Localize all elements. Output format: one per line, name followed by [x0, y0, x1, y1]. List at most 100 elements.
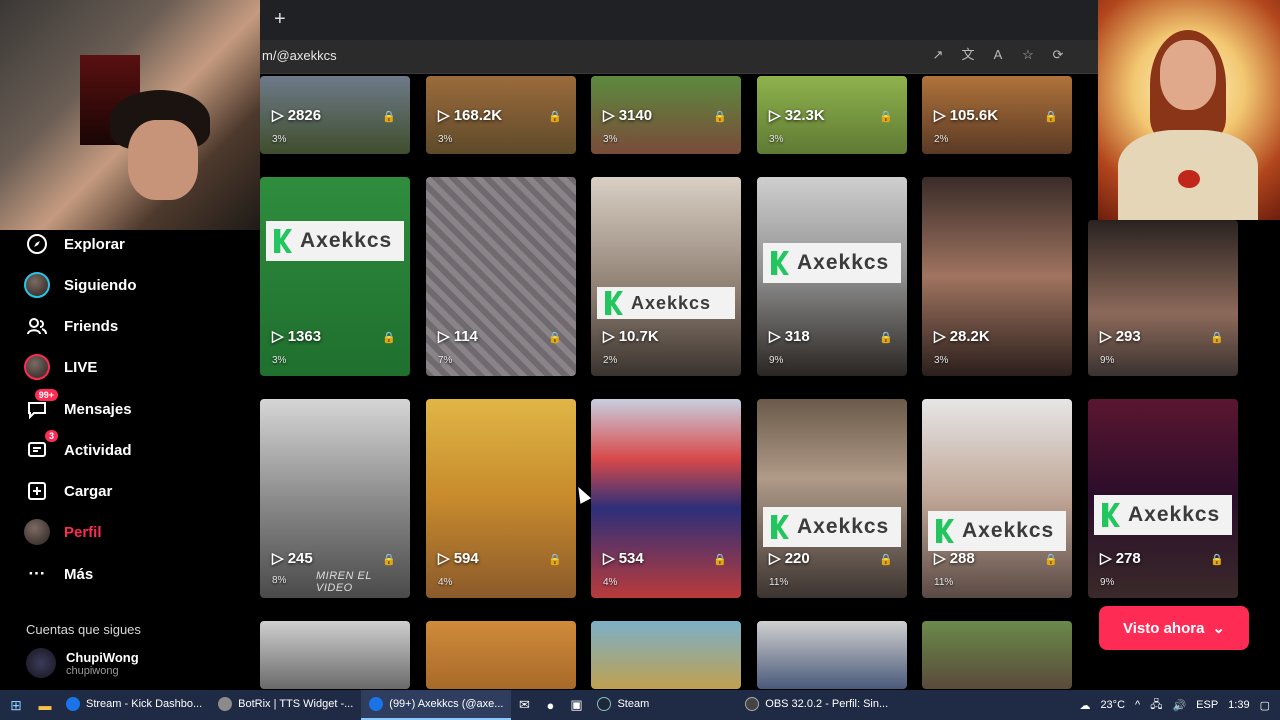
video-thumbnail[interactable]: ▷ 534 4% 🔒 — [591, 399, 741, 598]
sidebar-item-siguiendo[interactable]: Siguiendo — [24, 270, 137, 300]
taskbar-item-tiktok[interactable]: (99+) Axekkcs (@axe... — [361, 690, 512, 720]
axekkcs-logo: Axekkcs — [928, 511, 1066, 551]
lock-icon: 🔒 — [1210, 332, 1224, 344]
lock-icon: 🔒 — [1210, 554, 1224, 566]
retention-percent: 9% — [769, 355, 784, 366]
language-indicator[interactable]: ESP — [1196, 699, 1218, 711]
video-thumbnail[interactable]: ▷ 2826 3% 🔒 — [260, 76, 410, 154]
video-thumbnail[interactable]: Axekkcs ▷ 10.7K 2% — [591, 177, 741, 376]
video-thumbnail[interactable]: ▷ 32.3K 3% 🔒 — [757, 76, 907, 154]
video-thumbnail[interactable]: ▷ 3140 3% 🔒 — [591, 76, 741, 154]
taskbar-item-botrix[interactable]: BotRix | TTS Widget -... — [210, 690, 361, 720]
view-count-value: 168.2K — [453, 107, 503, 124]
lock-icon: 🔒 — [1044, 111, 1058, 123]
video-thumbnail[interactable] — [757, 621, 907, 689]
view-count-value: 245 — [287, 550, 313, 567]
video-thumbnail[interactable]: Axekkcs ▷ 318 9% 🔒 — [757, 177, 907, 376]
taskbar-item-steam[interactable]: Steam — [589, 690, 657, 720]
video-thumbnail[interactable]: ▷ 245 8% MIREN EL VIDEO 🔒 — [260, 399, 410, 598]
view-count: ▷ 105.6K — [934, 107, 999, 124]
video-thumbnail[interactable] — [922, 621, 1072, 689]
lock-icon: 🔒 — [548, 111, 562, 123]
taskbar-item-label: Stream - Kick Dashbo... — [86, 698, 203, 710]
weather-temp[interactable]: 23°C — [1100, 699, 1125, 711]
mail-icon[interactable]: ✉ — [511, 690, 537, 720]
retention-percent: 9% — [1100, 577, 1115, 588]
view-count-value: 293 — [1115, 328, 1141, 345]
read-aloud-icon[interactable]: A — [990, 47, 1006, 63]
windows-start-icon[interactable]: ⊞ — [0, 690, 32, 720]
retention-percent: 3% — [603, 134, 618, 145]
sidebar-item-mensajes[interactable]: 99+ Mensajes — [24, 389, 132, 424]
video-thumbnail[interactable]: ▷ 293 9% 🔒 — [1088, 220, 1238, 376]
logo-text: Axekkcs — [1128, 503, 1221, 526]
retention-percent: 3% — [769, 134, 784, 145]
system-tray: ☁ 23°C ^ 🖧 🔊 ESP 1:39 ▢ — [1079, 690, 1280, 720]
compass-icon — [24, 231, 50, 257]
lock-icon: 🔒 — [879, 554, 893, 566]
retention-percent: 7% — [438, 355, 453, 366]
obs-icon — [745, 697, 760, 711]
video-thumbnail[interactable]: ▷ 114 7% 🔒 — [426, 177, 576, 376]
video-thumbnail[interactable]: Axekkcs ▷ 288 11% 🔒 — [922, 399, 1072, 598]
chrome-icon[interactable]: ● — [537, 690, 563, 720]
video-thumbnail[interactable] — [260, 621, 410, 689]
sacred-heart — [1178, 170, 1200, 188]
kick-k-icon — [274, 229, 292, 253]
video-thumbnail[interactable] — [426, 621, 576, 689]
sidebar-item-perfil[interactable]: Perfil — [24, 517, 102, 547]
sidebar-item-cargar[interactable]: Cargar — [24, 476, 112, 506]
volume-icon[interactable]: 🔊 — [1172, 699, 1186, 712]
open-external-icon[interactable]: ↗ — [930, 47, 946, 63]
refresh-icon[interactable]: ⟳ — [1050, 47, 1066, 63]
clock[interactable]: 1:39 — [1228, 699, 1249, 711]
lock-icon: 🔒 — [548, 554, 562, 566]
plus-icon[interactable]: + — [274, 8, 292, 30]
logo-text: Axekkcs — [631, 292, 712, 313]
chevron-up-icon[interactable]: ^ — [1135, 699, 1140, 711]
retention-percent: 11% — [934, 577, 954, 588]
retention-percent: 8% — [272, 575, 287, 586]
upload-icon — [24, 478, 50, 504]
retention-percent: 4% — [603, 577, 618, 588]
sidebar-item-explorar[interactable]: Explorar — [24, 229, 125, 259]
url-text[interactable]: m/@axekkcs — [262, 48, 337, 63]
video-thumbnail[interactable]: ▷ 168.2K 3% 🔒 — [426, 76, 576, 154]
view-count-value: 594 — [453, 550, 479, 567]
sidebar-item-actividad[interactable]: 3 Actividad — [24, 430, 132, 465]
video-thumbnail[interactable]: ▷ 105.6K 2% 🔒 — [922, 76, 1072, 154]
terminal-icon[interactable]: ▣ — [563, 690, 589, 720]
kick-k-icon — [771, 515, 789, 539]
retention-percent: 11% — [769, 577, 789, 588]
taskbar-item-obs[interactable]: OBS 32.0.2 - Perfil: Sin... — [737, 690, 896, 720]
visto-ahora-button[interactable]: Visto ahora ⌄ — [1099, 606, 1249, 650]
sidebar-item-live[interactable]: LIVE — [24, 352, 97, 382]
translate-icon[interactable]: 文 — [960, 47, 976, 63]
chevron-down-double-icon: ⌄ — [1212, 620, 1225, 637]
retention-percent: 2% — [603, 355, 618, 366]
axekkcs-logo: Axekkcs — [266, 221, 404, 261]
favorite-star-icon[interactable]: ☆ — [1020, 47, 1036, 63]
video-thumbnail[interactable]: Axekkcs ▷ 1363 3% 🔒 — [260, 177, 410, 376]
network-icon[interactable]: 🖧 — [1150, 696, 1162, 715]
taskbar-item-kick[interactable]: Stream - Kick Dashbo... — [58, 690, 210, 720]
taskbar-item-label: BotRix | TTS Widget -... — [238, 698, 354, 710]
logo-text: Axekkcs — [797, 251, 890, 274]
users-icon — [24, 313, 50, 339]
live-avatar-icon — [24, 354, 50, 380]
video-thumbnail[interactable]: ▷ 594 4% 🔒 — [426, 399, 576, 598]
file-explorer-icon[interactable]: ▬ — [32, 690, 58, 720]
video-thumbnail[interactable] — [591, 621, 741, 689]
following-account-item[interactable]: ChupiWong chupiwong — [26, 648, 139, 678]
sidebar-item-friends[interactable]: Friends — [24, 311, 118, 341]
lock-icon: 🔒 — [879, 332, 893, 344]
notification-icon[interactable]: ▢ — [1260, 699, 1270, 712]
logo-text: Axekkcs — [300, 229, 393, 252]
visto-ahora-label: Visto ahora — [1123, 619, 1205, 637]
video-thumbnail[interactable]: Axekkcs ▷ 220 11% 🔒 — [757, 399, 907, 598]
video-thumbnail[interactable]: Axekkcs ▷ 278 9% 🔒 — [1088, 399, 1238, 598]
video-thumbnail[interactable]: ▷ 28.2K 3% — [922, 177, 1072, 376]
sidebar-item-mas[interactable]: ··· Más — [24, 559, 94, 589]
view-count: ▷ 28.2K — [934, 328, 990, 345]
axekkcs-logo: Axekkcs — [763, 507, 901, 547]
